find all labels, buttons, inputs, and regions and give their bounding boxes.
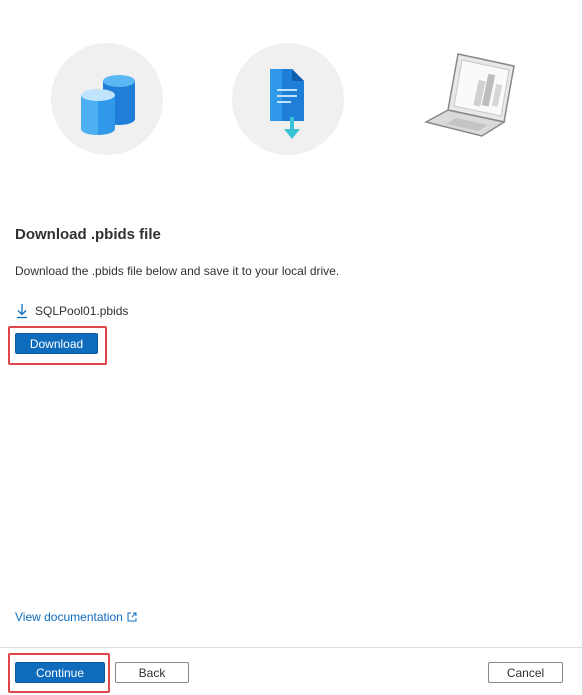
back-button[interactable]: Back [115, 662, 189, 683]
cancel-button[interactable]: Cancel [488, 662, 563, 683]
view-documentation-label: View documentation [15, 610, 123, 624]
file-name: SQLPool01.pbids [35, 304, 129, 318]
file-download-icon [270, 69, 304, 139]
continue-button[interactable]: Continue [15, 662, 105, 683]
section-description: Download the .pbids file below and save … [15, 264, 340, 278]
laptop-icon [423, 53, 515, 137]
section-title: Download .pbids file [15, 226, 161, 243]
download-arrow-icon [17, 304, 27, 319]
external-link-icon [127, 612, 137, 622]
view-documentation-link[interactable]: View documentation [15, 610, 137, 624]
database-illustration [51, 43, 163, 155]
download-button[interactable]: Download [15, 333, 98, 354]
file-download-illustration [232, 43, 344, 155]
file-row: SQLPool01.pbids [15, 302, 128, 320]
database-icon [81, 75, 135, 135]
footer-divider [0, 647, 582, 648]
illustration-strip [0, 0, 583, 170]
